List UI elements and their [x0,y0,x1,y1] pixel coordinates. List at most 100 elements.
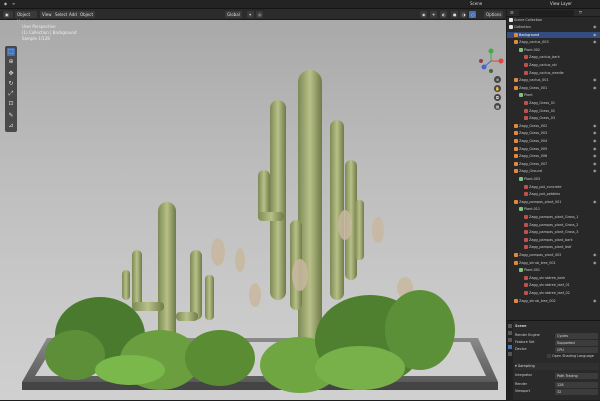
visibility-icon[interactable]: ◉ [420,11,427,18]
overlay-toggle-icon[interactable]: ◐ [440,11,447,18]
select-box-icon[interactable]: ⬚ [7,48,15,56]
osl-row[interactable]: Open Shading Language [515,353,599,360]
visibility-eye-icon[interactable]: ◉ [593,161,597,167]
feature-set-dropdown[interactable]: Supported [555,339,598,346]
snap-icon[interactable]: ⌖ [247,11,254,18]
editor-type-icon[interactable]: ▣ [3,11,13,18]
outliner-item[interactable]: Zagg_cactus_003 ◉ [507,39,600,45]
visibility-eye-icon[interactable]: ◉ [593,199,597,205]
measure-icon[interactable]: ⊿ [7,122,15,130]
outliner-item[interactable]: Zagg_Grass_001 ◉ [507,85,600,91]
outliner-item[interactable]: Zagg_Grass_007 ◉ [507,161,600,167]
outliner-item[interactable]: Zagg_pampas_plant_Grass_2 [507,222,600,228]
outliner-item[interactable]: Zagg_shrubtree_leaf_02 [507,290,600,296]
outliner-item[interactable]: Zagg_Grass_002 ◉ [507,123,600,129]
shading-rendered-icon[interactable]: ○ [469,11,476,18]
render-samples-field[interactable]: 128 [555,381,598,388]
visibility-eye-icon[interactable]: ◉ [593,153,597,159]
outliner-item[interactable]: Zagg_shrub_tree_001 ◉ [507,260,600,266]
osl-checkbox[interactable] [547,354,551,358]
outliner-item[interactable]: Zagg_Grass_003 ◉ [507,130,600,136]
view-layer-selector[interactable]: View Layer [550,1,572,6]
visibility-eye-icon[interactable]: ◉ [593,123,597,129]
visibility-eye-icon[interactable]: ◉ [593,24,597,30]
move-icon[interactable]: ✥ [7,70,15,78]
blender-logo-icon[interactable]: ◆ [4,1,7,6]
output-tab-icon[interactable] [508,338,512,342]
world-tab-icon[interactable] [508,352,512,356]
outliner-item[interactable]: Zagg_pampas_plant_Grass_3 [507,229,600,235]
outliner-item[interactable]: Zagg_pot_pebbles [507,191,600,197]
scene-selector[interactable]: Scene [470,1,482,6]
visibility-eye-icon[interactable]: ◉ [593,168,597,174]
outliner-item[interactable]: Plant.001 [507,267,600,273]
zoom-icon[interactable]: ⊕ [494,76,501,83]
visibility-eye-icon[interactable]: ◉ [593,298,597,304]
outliner-item[interactable]: Plant [507,92,600,98]
viewport-samples-field[interactable]: 32 [555,388,598,395]
menu-view[interactable]: View [40,11,54,18]
proportional-edit-icon[interactable]: ◎ [256,11,263,18]
device-dropdown[interactable]: CPU [555,346,598,353]
outliner-item[interactable]: Plant.011 [507,206,600,212]
outliner-item[interactable]: Zagg_Grass_02 [507,108,600,114]
visibility-eye-icon[interactable]: ◉ [593,252,597,258]
outliner-item[interactable]: Zagg_Grass_03 [507,115,600,121]
render-engine-dropdown[interactable]: Cycles [555,332,598,339]
pan-hand-icon[interactable]: ✋ [494,85,501,92]
options-dropdown[interactable]: Options [484,11,504,18]
outliner-item[interactable]: Plant.003 [507,176,600,182]
visibility-eye-icon[interactable]: ◉ [593,39,597,45]
outliner-item[interactable]: Zagg_cactus_bark [507,54,600,60]
transform-orientation-dropdown[interactable]: Global [225,11,242,18]
camera-view-icon[interactable]: ◘ [494,94,501,101]
outliner-item[interactable]: Zagg_pampas_plant_leaf [507,244,600,250]
annotate-icon[interactable]: ✎ [7,112,15,120]
outliner-item[interactable]: Zagg_Grass_01 [507,100,600,106]
scale-icon[interactable]: ⤢ [7,90,15,98]
outliner-scene-collection[interactable]: Scene Collection [507,17,600,23]
outliner-item[interactable]: Zagg_shrub_tree_002 ◉ [507,298,600,304]
menu-add[interactable]: Add [67,11,79,18]
outliner-editor-icon[interactable]: ☰ [510,10,514,15]
outliner-item[interactable]: Zagg_cactus_needle [507,70,600,76]
outliner-item[interactable]: Zagg_pampas_plant_002 ◉ [507,252,600,258]
3d-viewport[interactable]: User Perspective (1) Collection | Backgr… [0,20,506,400]
rotate-icon[interactable]: ↻ [7,80,15,88]
outliner-item[interactable]: Zagg_Grass_006 ◉ [507,153,600,159]
outliner-item[interactable]: Zagg_pampas_plant_Grass_1 [507,214,600,220]
render-tab-icon[interactable] [508,331,512,335]
outliner-search-input[interactable] [519,10,574,16]
visibility-eye-icon[interactable]: ◉ [593,146,597,152]
navigation-gizmo[interactable] [478,48,504,74]
outliner-item[interactable]: Zagg_cactus_001 ◉ [507,77,600,83]
visibility-eye-icon[interactable]: ◉ [593,260,597,266]
outliner-item[interactable]: Zagg_cactus_ski [507,62,600,68]
outliner-item[interactable]: Zagg_Grass_004 ◉ [507,138,600,144]
outliner-item[interactable]: Background ◉ [507,31,600,38]
sampling-section[interactable]: ▾ Sampling [515,363,599,370]
shading-material-icon[interactable]: ◑ [460,11,467,18]
gizmo-toggle-icon[interactable]: ✛ [430,11,437,18]
outliner-item[interactable]: Zagg_shrubtree_bark [507,275,600,281]
transform-icon[interactable]: ⊡ [7,100,15,108]
integrator-dropdown[interactable]: Path Tracing [555,372,598,379]
menu-file-icon[interactable]: ≡ [12,1,15,6]
outliner-item[interactable]: Plant.002 [507,47,600,53]
outliner-item[interactable]: Zagg_Grass_005 ◉ [507,146,600,152]
mode-dropdown[interactable]: Object Mode [15,11,37,24]
visibility-eye-icon[interactable]: ◉ [593,32,597,38]
outliner-item[interactable]: Zagg_Ground ◉ [507,168,600,174]
shading-solid-icon[interactable]: ● [451,11,458,18]
tool-tab-icon[interactable] [508,324,512,328]
outliner-item[interactable]: Zagg_pot_concrete [507,184,600,190]
visibility-eye-icon[interactable]: ◉ [593,138,597,144]
filter-icon[interactable]: ⛉ [579,10,582,15]
perspective-toggle-icon[interactable]: ▦ [494,103,501,110]
visibility-eye-icon[interactable]: ◉ [593,85,597,91]
visibility-eye-icon[interactable]: ◉ [593,77,597,83]
outliner-item[interactable]: Zagg_pampas_plant_001 ◉ [507,199,600,205]
outliner-item[interactable]: Zagg_shrubtree_leaf_01 [507,282,600,288]
cursor-icon[interactable]: ⊕ [7,58,15,66]
menu-object[interactable]: Object [78,11,96,18]
